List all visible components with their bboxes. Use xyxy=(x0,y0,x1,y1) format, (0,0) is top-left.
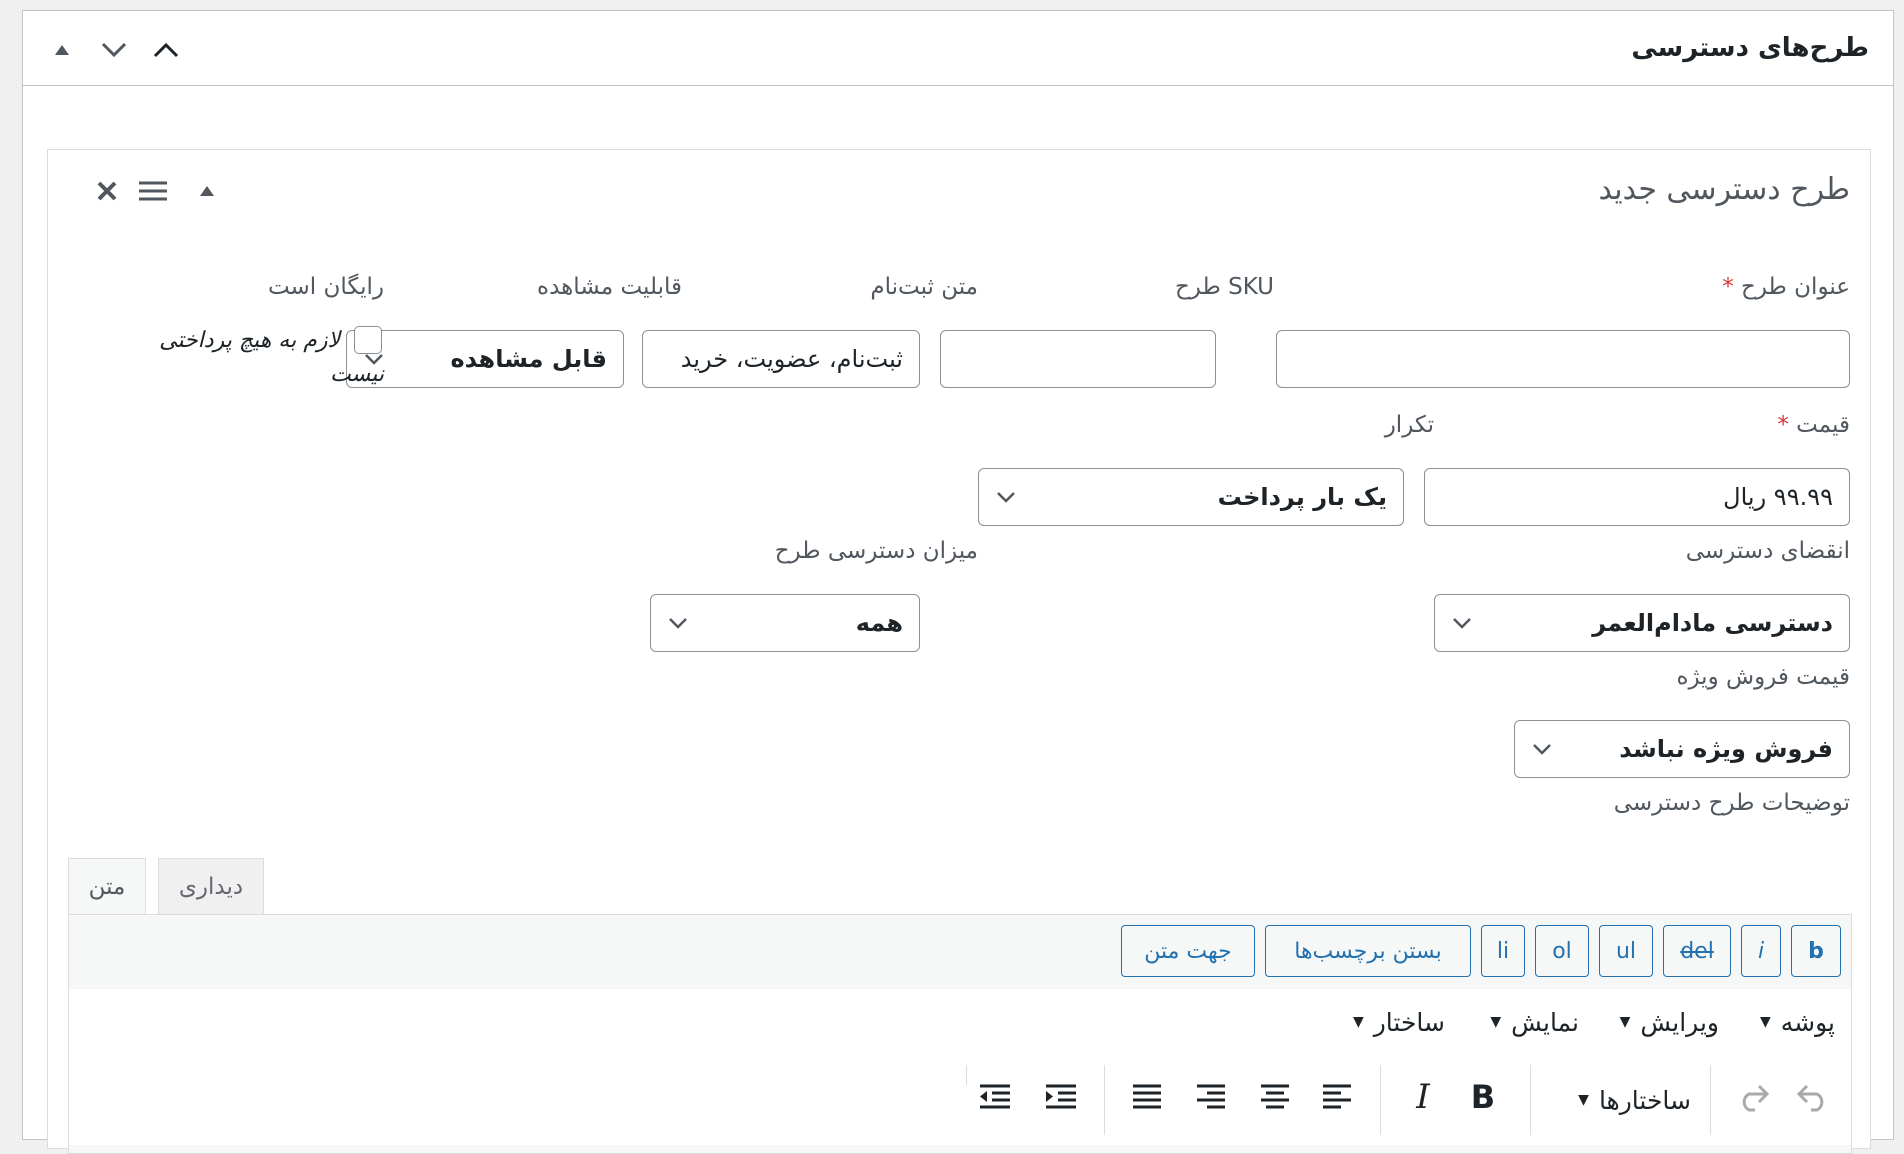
bold-icon[interactable]: B xyxy=(1459,1073,1507,1121)
align-right-icon[interactable] xyxy=(1187,1073,1235,1121)
expiry-value: دسترسی مادام‌العمر xyxy=(1592,609,1833,637)
panel-controls xyxy=(45,33,183,67)
quicktag-bold[interactable]: b xyxy=(1791,925,1841,977)
align-justify-icon[interactable] xyxy=(1123,1073,1171,1121)
plan-title: طرح دسترسی جدید xyxy=(1598,172,1851,207)
visibility-value: قابل مشاهده xyxy=(450,345,607,373)
access-plans-panel: طرح‌های دسترسی طرح دسترسی جدید xyxy=(22,10,1894,1154)
toolbar-separator xyxy=(1710,1065,1711,1135)
quicktag-ol[interactable]: ol xyxy=(1535,925,1589,977)
chevron-down-icon xyxy=(1533,744,1551,755)
align-center-icon[interactable] xyxy=(1251,1073,1299,1121)
sale-price-select[interactable]: فروش ویژه نباشد xyxy=(1514,720,1850,778)
sku-label: SKU طرح xyxy=(1174,274,1274,300)
quicktags-toolbar: b i del ul ol li بستن برچسب‌ها جهت متن xyxy=(69,915,1851,990)
access-level-label: میزان دسترسی طرح xyxy=(774,538,978,564)
required-mark: * xyxy=(1777,412,1789,438)
quicktag-italic[interactable]: i xyxy=(1741,925,1781,977)
toolbar-separator xyxy=(1104,1065,1105,1135)
menu-edit[interactable]: ویرایش ▼ xyxy=(1620,989,1719,1055)
caret-down-icon: ▼ xyxy=(1578,1092,1589,1108)
caret-down-icon: ▼ xyxy=(1490,1014,1502,1030)
italic-icon[interactable]: I xyxy=(1399,1073,1447,1121)
expiry-label: انقضای دسترسی xyxy=(1685,538,1850,564)
toolbar-separator xyxy=(1530,1065,1531,1135)
menu-format[interactable]: ساختار ▼ xyxy=(1353,989,1445,1055)
move-up-icon[interactable] xyxy=(149,33,183,67)
editor-toolbar: ساختارها ▼ B I xyxy=(69,1055,1851,1145)
plan-title-input[interactable] xyxy=(1276,330,1850,388)
price-input[interactable] xyxy=(1424,468,1850,526)
panel-header: طرح‌های دسترسی xyxy=(23,11,1893,86)
description-label: توضیحات طرح دسترسی xyxy=(1613,790,1850,816)
tab-visual[interactable]: دیداری xyxy=(158,858,264,916)
free-checkbox[interactable] xyxy=(354,326,382,354)
caret-down-icon: ▼ xyxy=(1759,1014,1771,1030)
visibility-select[interactable]: قابل مشاهده xyxy=(346,330,624,388)
price-label: قیمت * xyxy=(1777,412,1850,438)
plan-title-label: عنوان طرح * xyxy=(1722,274,1850,300)
free-checkbox-label-line2: نیست xyxy=(330,362,384,387)
menu-file-label: پوشه xyxy=(1780,1007,1835,1037)
formats-dropdown[interactable]: ساختارها ▼ xyxy=(1578,1055,1691,1145)
indent-icon[interactable] xyxy=(1037,1073,1085,1121)
quicktag-del[interactable]: del xyxy=(1663,925,1731,977)
toolbar-separator xyxy=(1380,1065,1381,1135)
required-mark: * xyxy=(1722,274,1734,300)
outdent-icon[interactable] xyxy=(971,1073,1019,1121)
menu-view[interactable]: نمایش ▼ xyxy=(1490,989,1579,1055)
price-label-text: قیمت xyxy=(1796,412,1850,438)
chevron-down-icon xyxy=(669,618,687,629)
chevron-down-icon xyxy=(997,492,1015,503)
formats-label: ساختارها xyxy=(1598,1085,1691,1115)
access-level-select[interactable]: همه xyxy=(650,594,920,652)
delete-plan-icon[interactable] xyxy=(92,176,122,206)
free-label: رایگان است xyxy=(267,274,384,300)
free-checkbox-label-line1: لازم به هیچ پرداختی xyxy=(159,328,340,353)
collapse-plan-icon[interactable] xyxy=(192,176,222,206)
chevron-down-icon xyxy=(1453,618,1471,629)
menu-format-label: ساختار xyxy=(1373,1007,1445,1037)
menu-file[interactable]: پوشه ▼ xyxy=(1760,989,1835,1055)
plan-box: طرح دسترسی جدید عنوان طرح * SKU طرح متن … xyxy=(47,149,1871,1154)
recurrence-select[interactable]: یک بار پرداخت xyxy=(978,468,1404,526)
plan-controls xyxy=(92,176,222,206)
redo-icon[interactable] xyxy=(1729,1073,1777,1121)
sale-price-value: فروش ویژه نباشد xyxy=(1619,735,1833,763)
editor-menubar: پوشه ▼ ویرایش ▼ نمایش ▼ ساختار ▼ xyxy=(69,989,1851,1056)
caret-down-icon: ▼ xyxy=(1352,1014,1364,1030)
access-level-value: همه xyxy=(855,609,903,637)
panel-title: طرح‌های دسترسی xyxy=(1631,33,1869,63)
quicktag-close-tags[interactable]: بستن برچسب‌ها xyxy=(1265,925,1471,977)
recurrence-label: تکرار xyxy=(1384,412,1434,438)
quicktag-ul[interactable]: ul xyxy=(1599,925,1653,977)
align-left-icon[interactable] xyxy=(1313,1073,1361,1121)
plan-title-label-text: عنوان طرح xyxy=(1741,274,1850,300)
drag-handle-icon[interactable] xyxy=(136,176,170,206)
description-editor: b i del ul ol li بستن برچسب‌ها جهت متن پ… xyxy=(68,914,1852,1154)
undo-icon[interactable] xyxy=(1789,1073,1837,1121)
menu-view-label: نمایش xyxy=(1511,1007,1579,1037)
toolbar-separator xyxy=(966,1065,967,1085)
tab-text[interactable]: متن xyxy=(68,858,146,916)
signup-text-label: متن ثبت‌نام xyxy=(870,274,978,300)
sale-price-label: قیمت فروش ویژه xyxy=(1676,664,1850,690)
expiry-select[interactable]: دسترسی مادام‌العمر xyxy=(1434,594,1850,652)
menu-edit-label: ویرایش xyxy=(1640,1007,1719,1037)
sku-input[interactable] xyxy=(940,330,1216,388)
quicktag-li[interactable]: li xyxy=(1481,925,1525,977)
move-down-icon[interactable] xyxy=(97,33,131,67)
caret-down-icon: ▼ xyxy=(1619,1014,1631,1030)
recurrence-value: یک بار پرداخت xyxy=(1217,483,1387,511)
toggle-triangle-icon[interactable] xyxy=(45,33,79,67)
quicktag-text-direction[interactable]: جهت متن xyxy=(1121,925,1255,977)
signup-text-input[interactable] xyxy=(642,330,920,388)
visibility-label: قابلیت مشاهده xyxy=(537,274,682,300)
